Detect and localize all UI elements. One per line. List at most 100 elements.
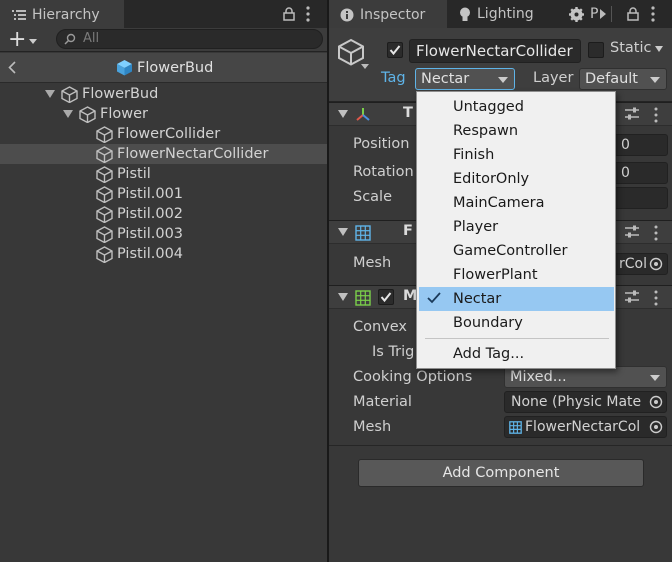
static-dropdown-chevron-icon[interactable] [655,46,663,52]
scale-z-field[interactable] [614,187,668,209]
mesh-collider-icon [355,290,371,306]
tab-project-settings[interactable]: P [569,0,598,28]
search-placeholder: All [83,31,100,46]
gameobject-cube-icon [96,166,113,183]
foldout-arrow-icon[interactable] [338,293,348,301]
material-value: None (Physic Mate [511,394,642,410]
tree-item-pistil-001[interactable]: Pistil.001 [0,184,327,204]
back-chevron-icon[interactable] [8,61,16,74]
tree-item-pistil-003[interactable]: Pistil.003 [0,224,327,244]
material-field[interactable]: None (Physic Mate [504,391,667,413]
hierarchy-list-icon [12,10,26,20]
object-picker-icon[interactable] [649,257,663,271]
gameobject-cube-icon [61,86,78,103]
component-settings-icon[interactable] [625,290,639,304]
tag-option-player[interactable]: Player [419,215,614,239]
tag-option-respawn[interactable]: Respawn [419,119,614,143]
tag-option-gamecontroller[interactable]: GameController [419,239,614,263]
tree-item-pistil-004[interactable]: Pistil.004 [0,244,327,264]
tree-item-flowerbud[interactable]: FlowerBud [0,84,327,104]
layer-dropdown[interactable]: Default [579,68,667,90]
tag-option-flowerplant[interactable]: FlowerPlant [419,263,614,287]
add-object-button[interactable]: + [8,27,38,52]
tag-option-label: Player [453,219,499,235]
tab-hierarchy[interactable]: Hierarchy [0,0,124,28]
scene-title: FlowerBud [116,59,213,76]
mesh-collider-mesh-label: Mesh [353,419,392,435]
tag-option-maincamera[interactable]: MainCamera [419,191,614,215]
add-label: + [8,27,27,52]
tree-item-label: Pistil.001 [117,186,184,202]
add-tag-label: Add Tag... [453,346,525,362]
position-z-field[interactable]: 0 [614,134,668,156]
gameobject-cube-icon [96,246,113,263]
scale-label: Scale [353,189,393,205]
more-options-icon[interactable] [654,107,658,123]
rotation-z-field[interactable]: 0 [614,162,668,184]
gameobject-cube-icon [96,146,113,163]
tree-item-flowernectarcollider[interactable]: FlowerNectarCollider [0,144,327,164]
lock-icon[interactable] [627,7,639,21]
mesh-collider-mesh-field[interactable]: FlowerNectarCol [504,416,667,438]
gameobject-cube-icon [79,106,96,123]
more-options-icon[interactable] [306,6,310,22]
layer-dropdown-value: Default [585,71,638,87]
tag-option-finish[interactable]: Finish [419,143,614,167]
cooking-options-label: Cooking Options [353,369,473,385]
menu-separator [425,338,609,339]
position-z-value: 0 [621,137,630,153]
tag-option-untagged[interactable]: Untagged [419,95,614,119]
foldout-arrow-icon[interactable] [338,110,348,118]
more-options-icon[interactable] [654,225,658,241]
component-settings-icon[interactable] [625,107,639,121]
is-trigger-label: Is Trig [372,344,415,360]
gameobject-large-cube-icon[interactable] [337,38,365,66]
gameobject-cube-icon [96,206,113,223]
mesh-filter-mesh-value: rCol [619,256,647,272]
add-component-button[interactable]: Add Component [358,459,644,487]
mesh-collider-enabled-checkbox[interactable] [378,289,394,305]
hierarchy-search-input[interactable]: All [56,29,323,49]
tree-item-pistil[interactable]: Pistil [0,164,327,184]
more-options-icon[interactable] [654,290,658,306]
component-settings-icon[interactable] [625,225,639,239]
tab-lighting[interactable]: Lighting [459,0,534,28]
more-options-icon[interactable] [651,6,655,22]
tree-item-label: FlowerNectarCollider [117,146,269,162]
static-checkbox[interactable] [588,42,604,58]
tab-lighting-label: Lighting [477,6,534,22]
tag-dropdown[interactable]: Nectar [415,68,515,90]
cooking-options-dropdown[interactable]: Mixed... [504,366,667,388]
checkmark-icon [389,45,401,56]
active-checkbox[interactable] [387,42,403,58]
scene-title-label: FlowerBud [137,59,214,76]
expand-arrow-icon[interactable] [63,110,73,118]
tag-option-boundary[interactable]: Boundary [419,311,614,335]
tree-item-pistil-002[interactable]: Pistil.002 [0,204,327,224]
object-name-input[interactable]: FlowerNectarCollider [409,39,581,63]
tree-item-flowercollider[interactable]: FlowerCollider [0,124,327,144]
tag-option-label: EditorOnly [453,171,530,187]
tag-option-label: MainCamera [453,195,545,211]
lightbulb-icon [459,7,471,22]
add-tag-option[interactable]: Add Tag... [419,342,614,366]
gameobject-cube-icon [96,186,113,203]
lock-icon[interactable] [283,7,295,21]
tag-option-label: GameController [453,243,568,259]
tree-item-flower[interactable]: Flower [0,104,327,124]
expand-arrow-icon[interactable] [45,90,55,98]
tree-item-label: Pistil.004 [117,246,184,262]
tab-separator [611,6,612,22]
components-divider [329,445,672,446]
object-picker-icon[interactable] [649,420,663,434]
tab-project-label: P [590,6,599,22]
object-picker-icon[interactable] [649,395,663,409]
tab-overflow-arrow-icon[interactable] [600,9,606,19]
foldout-arrow-icon[interactable] [338,228,348,236]
tab-inspector[interactable]: Inspector [329,0,447,28]
tag-option-label: FlowerPlant [453,267,538,283]
tag-option-nectar[interactable]: Nectar [419,287,614,311]
tag-option-editoronly[interactable]: EditorOnly [419,167,614,191]
tree-item-label: FlowerBud [82,86,159,102]
icon-picker-chevron-icon[interactable] [361,64,369,69]
